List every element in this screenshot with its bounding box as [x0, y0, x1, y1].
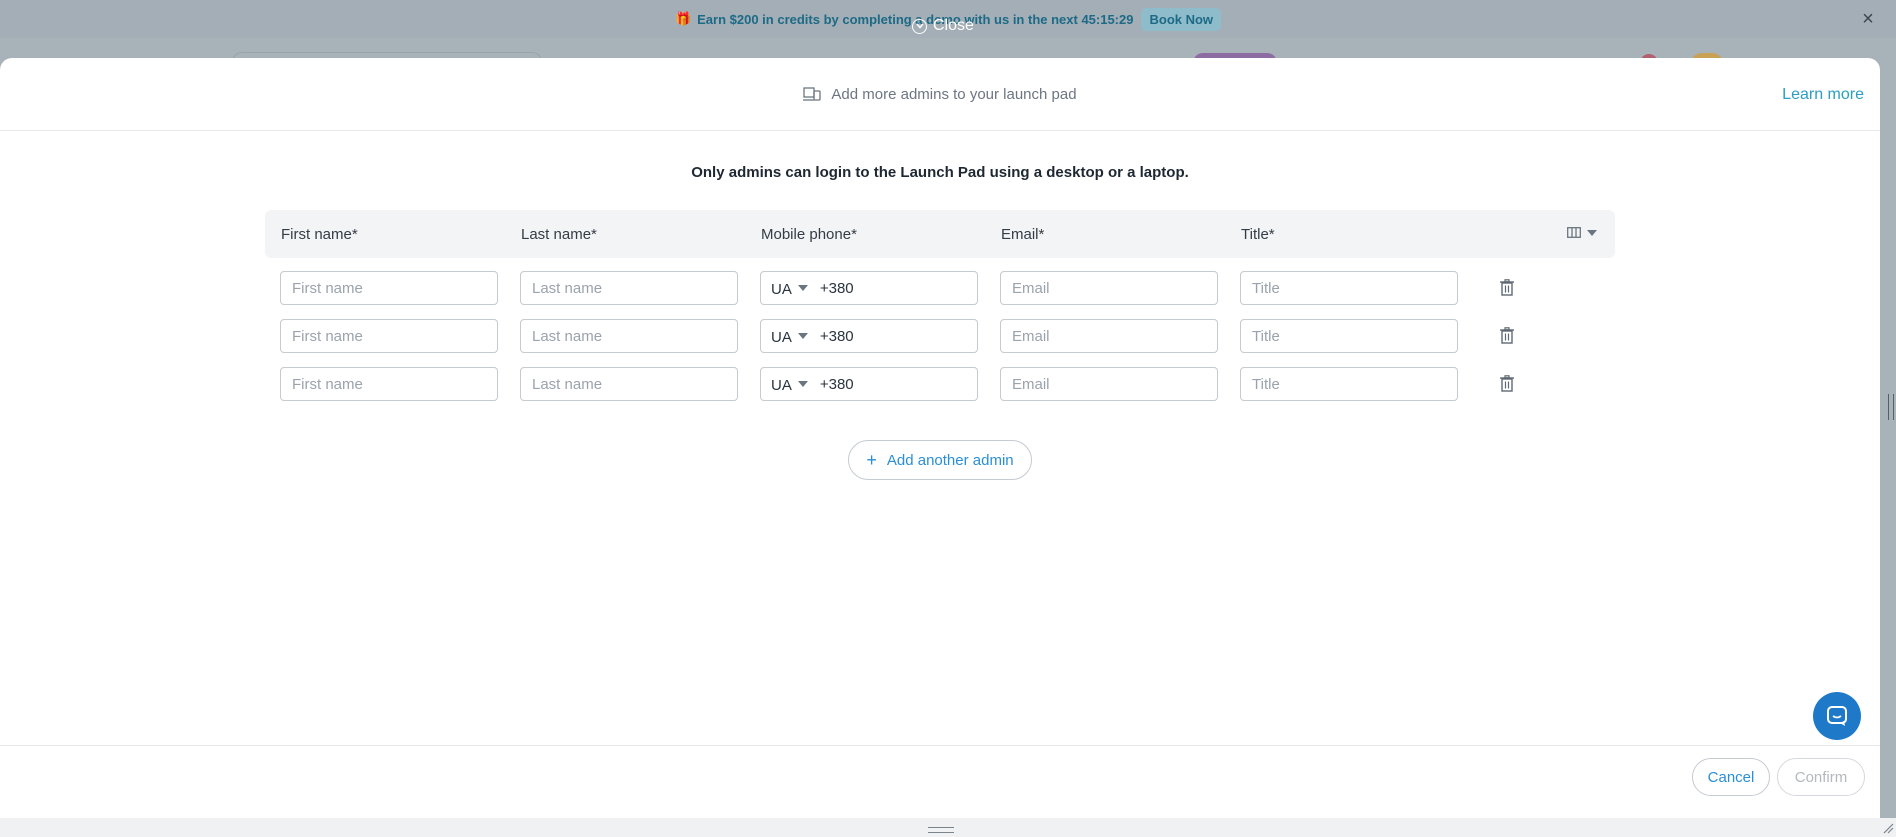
gift-icon: 🎁 [674, 11, 692, 26]
side-resize-handle-icon[interactable] [1888, 394, 1894, 420]
caret-down-icon [1587, 229, 1597, 236]
country-code-select[interactable]: UA [771, 329, 792, 346]
chat-launcher-button[interactable] [1813, 692, 1861, 740]
trash-icon[interactable] [1500, 375, 1514, 392]
add-admin-label: Add another admin [886, 451, 1014, 469]
column-last-name: Last name* [521, 226, 597, 243]
column-settings-button[interactable] [1567, 227, 1597, 238]
mobile-phone-input[interactable]: UA +380 [760, 367, 978, 401]
last-name-input[interactable] [520, 367, 738, 401]
phone-prefix: +380 [819, 327, 854, 345]
add-another-admin-button[interactable]: + Add another admin [848, 440, 1032, 480]
first-name-input[interactable] [280, 367, 498, 401]
first-name-input[interactable] [280, 319, 498, 353]
banner-close-icon[interactable]: × [1858, 9, 1878, 29]
email-input[interactable] [1000, 367, 1218, 401]
overlay-close-label: Close [933, 17, 974, 34]
trash-icon[interactable] [1500, 279, 1514, 296]
title-input[interactable] [1240, 367, 1458, 401]
admin-notice: Only admins can login to the Launch Pad … [691, 164, 1189, 181]
devices-icon [803, 87, 822, 101]
book-now-button[interactable]: Book Now [1141, 7, 1222, 31]
table-header: First name* Last name* Mobile phone* Ema… [265, 210, 1615, 258]
admin-row: UA +380 [0, 367, 1880, 403]
caret-down-icon [797, 333, 808, 339]
phone-prefix: +380 [819, 279, 854, 297]
cancel-button[interactable]: Cancel [1692, 758, 1770, 796]
resize-corner-icon[interactable] [1882, 822, 1894, 834]
admin-row: UA +380 [0, 319, 1880, 355]
last-name-input[interactable] [520, 319, 738, 353]
first-name-input[interactable] [280, 271, 498, 305]
overlay-close-button[interactable]: Close [912, 17, 974, 35]
column-first-name: First name* [281, 226, 358, 243]
trash-icon[interactable] [1500, 327, 1514, 344]
modal-header: Add more admins to your launch pad Learn… [0, 58, 1880, 131]
learn-more-link[interactable]: Learn more [1782, 86, 1864, 104]
title-input[interactable] [1240, 271, 1458, 305]
title-input[interactable] [1240, 319, 1458, 353]
plus-icon: + [866, 449, 877, 470]
caret-down-icon [797, 381, 808, 387]
modal-footer: Cancel Confirm [0, 745, 1880, 818]
chevron-circle-icon [912, 18, 927, 34]
mobile-phone-input[interactable]: UA +380 [760, 319, 978, 353]
email-input[interactable] [1000, 271, 1218, 305]
country-code-select[interactable]: UA [771, 281, 792, 298]
email-input[interactable] [1000, 319, 1218, 353]
modal-title: Add more admins to your launch pad [831, 85, 1077, 103]
add-admins-modal: Add more admins to your launch pad Learn… [0, 58, 1880, 818]
column-title: Title* [1241, 226, 1275, 243]
chat-icon [1827, 706, 1847, 726]
drag-handle-icon[interactable] [928, 827, 954, 833]
column-email: Email* [1001, 226, 1045, 243]
last-name-input[interactable] [520, 271, 738, 305]
mobile-phone-input[interactable]: UA +380 [760, 271, 978, 305]
admin-row: UA +380 [0, 271, 1880, 307]
confirm-button[interactable]: Confirm [1777, 758, 1865, 796]
caret-down-icon [797, 285, 808, 291]
country-code-select[interactable]: UA [771, 377, 792, 394]
columns-icon [1567, 227, 1581, 238]
phone-prefix: +380 [819, 375, 854, 393]
column-mobile-phone: Mobile phone* [761, 226, 857, 243]
